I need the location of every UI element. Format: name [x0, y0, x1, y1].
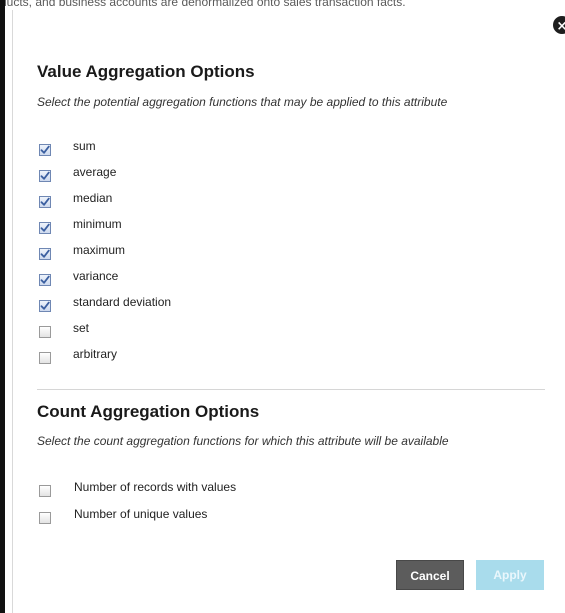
value-aggregation-description: Select the potential aggregation functio…: [37, 95, 448, 109]
option-label: minimum: [73, 217, 122, 231]
checkbox-checked[interactable]: [39, 274, 51, 286]
checkbox-checked[interactable]: [39, 170, 51, 182]
option-label: variance: [73, 269, 119, 283]
value-aggregation-title: Value Aggregation Options: [37, 62, 255, 81]
option-label: sum: [73, 139, 96, 153]
count-aggregation-description: Select the count aggregation functions f…: [37, 434, 449, 448]
option-label: maximum: [73, 243, 126, 257]
option-label: median: [73, 191, 113, 205]
checkbox-checked[interactable]: [39, 248, 51, 260]
option-label: set: [73, 321, 90, 335]
checkbox-unchecked[interactable]: [39, 485, 51, 497]
section-divider: [37, 389, 545, 390]
checkbox-unchecked[interactable]: [39, 352, 51, 364]
checkbox-checked[interactable]: [39, 300, 51, 312]
overlay-edge: [0, 0, 5, 613]
cancel-button[interactable]: Cancel: [396, 560, 464, 590]
checkbox-checked[interactable]: [39, 196, 51, 208]
option-label: Number of records with values: [74, 480, 237, 494]
background-page-text: ducts, and business accounts are denorma…: [0, 0, 406, 9]
apply-button[interactable]: Apply: [476, 560, 544, 590]
option-label: arbitrary: [73, 347, 118, 361]
checkbox-checked[interactable]: [39, 144, 51, 156]
checkbox-unchecked[interactable]: [39, 326, 51, 338]
option-label: standard deviation: [73, 295, 172, 309]
option-label: average: [73, 165, 117, 179]
page: ducts, and business accounts are denorma…: [0, 0, 565, 613]
option-label: Number of unique values: [74, 507, 208, 521]
checkbox-checked[interactable]: [39, 222, 51, 234]
checkbox-unchecked[interactable]: [39, 512, 51, 524]
count-aggregation-title: Count Aggregation Options: [37, 402, 260, 421]
